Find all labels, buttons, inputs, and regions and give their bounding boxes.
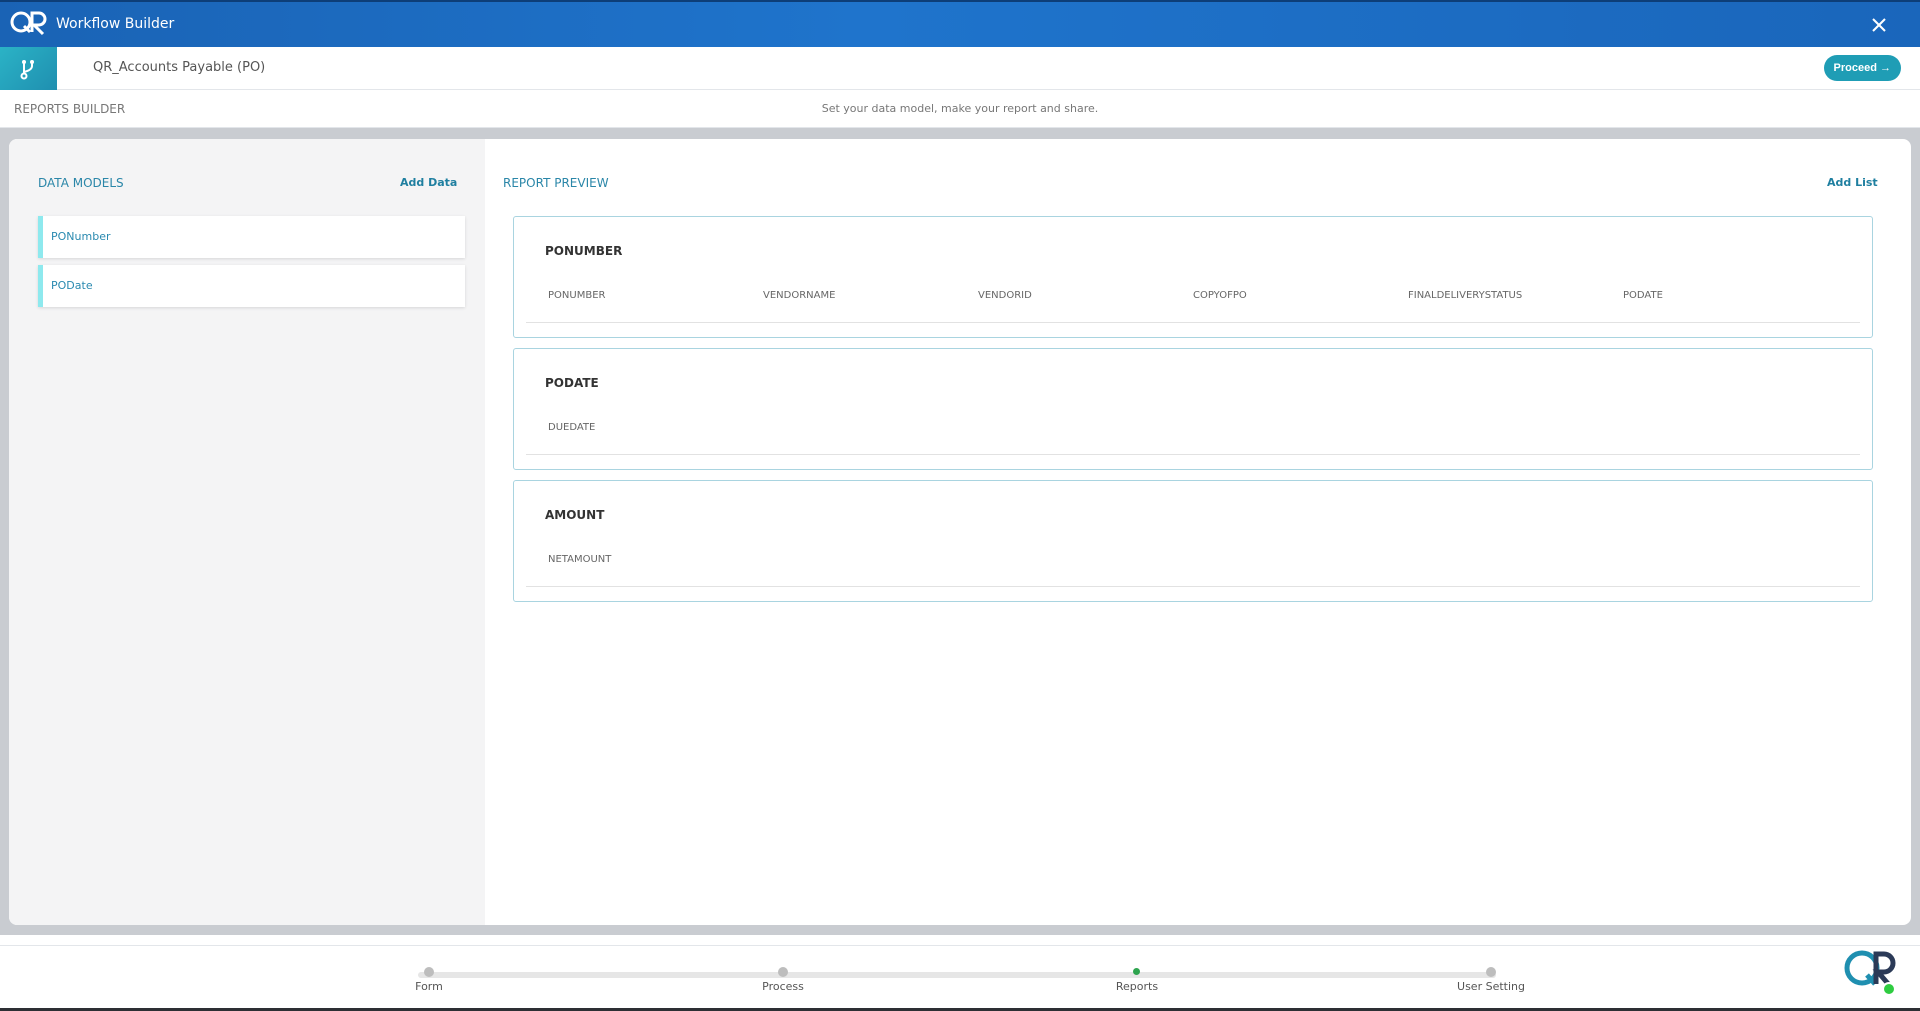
close-icon[interactable] — [1868, 14, 1890, 36]
report-column: PONUMBER — [548, 290, 606, 301]
workflow-name: QR_Accounts Payable (PO) — [93, 60, 266, 75]
data-models-title: DATA MODELS — [38, 176, 124, 190]
add-data-link[interactable]: Add Data — [400, 176, 457, 189]
report-column: VENDORNAME — [763, 290, 836, 301]
data-model-item-podate[interactable]: PODate — [38, 265, 465, 307]
divider — [526, 454, 1860, 455]
main-frame: DATA MODELS Add Data PONumber PODate REP… — [0, 128, 1920, 935]
builder-card: DATA MODELS Add Data PONumber PODate REP… — [9, 139, 1911, 925]
step-label-process[interactable]: Process — [723, 980, 843, 993]
report-column: PODATE — [1623, 290, 1663, 301]
workflow-icon-box[interactable] — [0, 47, 57, 90]
qr-assistant-icon[interactable] — [1840, 946, 1900, 996]
app-title: Workflow Builder — [56, 16, 175, 32]
step-dot-process[interactable] — [778, 967, 788, 977]
report-column: FINALDELIVERYSTATUS — [1408, 290, 1523, 301]
branch-icon — [20, 60, 34, 80]
report-column: DUEDATE — [548, 422, 596, 433]
report-list-podate[interactable]: PODATE DUEDATE — [513, 348, 1873, 470]
report-list-amount[interactable]: AMOUNT NETAMOUNT — [513, 480, 1873, 602]
add-list-link[interactable]: Add List — [1827, 176, 1878, 189]
step-label-user-setting[interactable]: User Setting — [1431, 980, 1551, 993]
data-models-panel: DATA MODELS Add Data PONumber PODate — [9, 139, 485, 925]
report-list-title: PODATE — [545, 376, 599, 390]
report-column: VENDORID — [978, 290, 1032, 301]
data-model-item-ponumber[interactable]: PONumber — [38, 216, 465, 258]
stepper-track — [418, 972, 1496, 978]
report-preview-title: REPORT PREVIEW — [503, 176, 609, 190]
title-bar: Workflow Builder — [0, 0, 1920, 47]
step-dot-reports[interactable] — [1133, 968, 1140, 975]
reports-builder-header: REPORTS BUILDER Set your data model, mak… — [0, 90, 1920, 128]
data-model-label: PODate — [51, 279, 93, 292]
report-list-title: AMOUNT — [545, 508, 605, 522]
report-list-ponumber[interactable]: PONUMBER PONUMBER VENDORNAME VENDORID CO… — [513, 216, 1873, 338]
report-column: NETAMOUNT — [548, 554, 612, 565]
step-label-form[interactable]: Form — [369, 980, 489, 993]
report-list-title: PONUMBER — [545, 244, 623, 258]
workflow-bar: QR_Accounts Payable (PO) Proceed → — [0, 47, 1920, 90]
step-dot-form[interactable] — [424, 967, 434, 977]
step-label-reports[interactable]: Reports — [1077, 980, 1197, 993]
builder-subtitle: Set your data model, make your report an… — [821, 102, 1099, 115]
step-footer: Form Process Reports User Setting — [0, 945, 1920, 1011]
proceed-button[interactable]: Proceed → — [1823, 55, 1901, 81]
report-column: COPYOFPO — [1193, 290, 1247, 301]
data-model-label: PONumber — [51, 230, 111, 243]
divider — [526, 322, 1860, 323]
divider — [526, 586, 1860, 587]
qr-logo-icon — [10, 11, 47, 36]
step-dot-user-setting[interactable] — [1486, 967, 1496, 977]
